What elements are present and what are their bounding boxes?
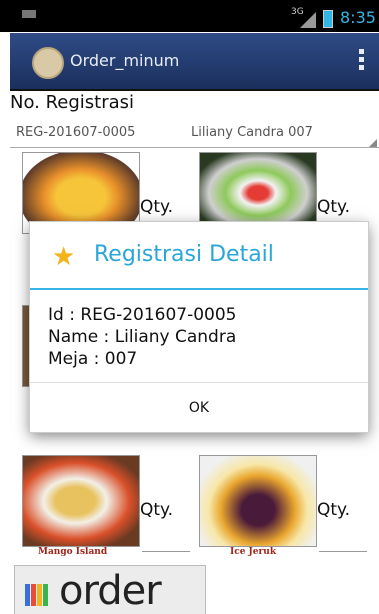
dialog-message: Id : REG-201607-0005 Name : Liliany Cand… xyxy=(48,304,237,370)
detail-id: Id : REG-201607-0005 xyxy=(48,305,237,325)
status-bar: 3G 8:35 xyxy=(0,0,379,32)
ok-button[interactable]: OK xyxy=(30,383,368,431)
battery-icon xyxy=(323,10,333,28)
detail-meja: Meja : 007 xyxy=(48,349,138,369)
dialog-title-divider xyxy=(30,288,368,290)
registration-detail-dialog: ★ Registrasi Detail Id : REG-201607-0005… xyxy=(30,222,368,432)
detail-name: Name : Liliany Candra xyxy=(48,327,237,347)
clock: 8:35 xyxy=(340,8,376,27)
dialog-title: Registrasi Detail xyxy=(94,242,274,267)
notification-icon xyxy=(22,10,36,18)
signal-icon xyxy=(300,12,316,28)
star-icon: ★ xyxy=(52,242,76,272)
